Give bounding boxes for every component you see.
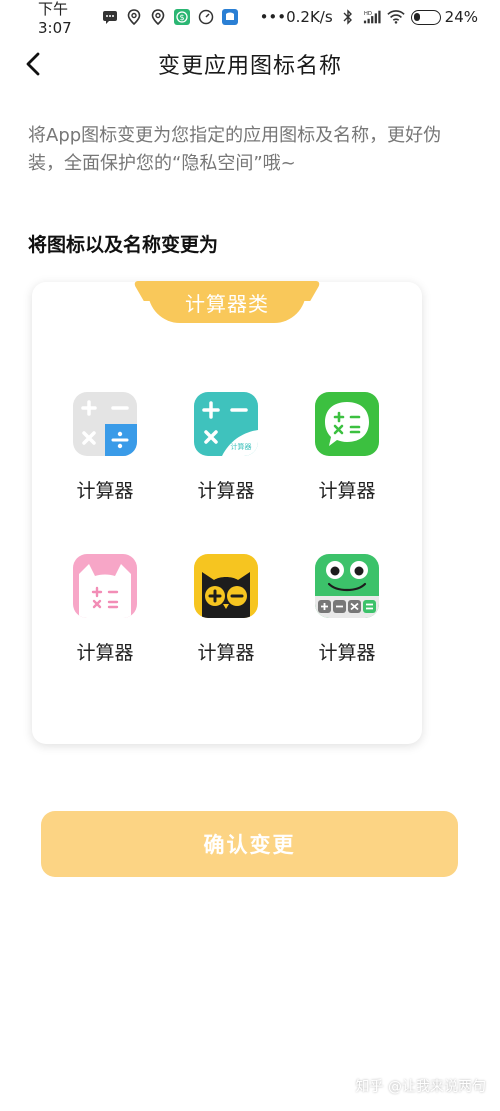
message-icon — [102, 8, 118, 26]
watermark: 知乎 @让我来说两句 — [355, 1079, 486, 1095]
category-tag-label: 计算器类 — [185, 291, 269, 316]
calculator-frog-icon — [315, 554, 379, 618]
battery-icon: 24% — [410, 8, 478, 26]
icon-option-label: 计算器 — [318, 642, 376, 664]
chevron-left-icon — [26, 52, 40, 76]
section-title: 将图标以及名称变更为 — [28, 234, 219, 256]
icon-option-4[interactable]: 计算器 — [55, 554, 155, 665]
page-title: 变更应用图标名称 — [157, 54, 342, 79]
back-button[interactable] — [14, 44, 54, 84]
description-text: 将App图标变更为您指定的应用图标及名称，更好伪装，全面保护您的“隐私空间”哦~ — [28, 125, 442, 174]
svg-text:$: $ — [179, 13, 184, 22]
dollar-app-icon: $ — [173, 8, 190, 26]
teal-icon-badge: 计算器 — [231, 442, 252, 451]
header: 变更应用图标名称 — [0, 36, 500, 92]
speedometer-icon — [198, 8, 214, 26]
calculator-teal-icon: 计算器 — [194, 392, 258, 456]
wifi-icon — [386, 8, 405, 26]
hd-signal-icon: HD — [363, 8, 381, 26]
icon-option-label: 计算器 — [76, 480, 134, 502]
app-shield-icon — [221, 8, 238, 26]
calculator-pink-cat-icon — [73, 554, 137, 618]
icon-option-1[interactable]: 计算器 — [55, 392, 155, 503]
location-pin-icon — [126, 8, 142, 26]
svg-text:HD: HD — [364, 11, 372, 17]
status-time: 下午3:07 — [38, 0, 72, 37]
icon-option-6[interactable]: 计算器 — [297, 554, 397, 665]
status-bar: 下午3:07 $ ••• 0.2K/s HD 24% — [0, 0, 500, 37]
icon-option-label: 计算器 — [197, 642, 255, 664]
network-speed: 0.2K/s — [286, 8, 333, 26]
icon-options-card: 计算器类 计算器 计算器 计算器 计算器 计算器 计算器 计算器 — [32, 281, 422, 744]
location-pin-icon — [150, 8, 166, 26]
icon-option-2[interactable]: 计算器 计算器 — [176, 392, 276, 503]
more-indicator: ••• — [259, 8, 287, 26]
icon-option-3[interactable]: 计算器 — [297, 392, 397, 503]
bluetooth-icon — [339, 8, 357, 26]
confirm-change-button[interactable]: 确认变更 — [41, 811, 458, 877]
icon-option-label: 计算器 — [197, 480, 255, 502]
calculator-owl-icon — [194, 554, 258, 618]
category-tag: 计算器类 — [148, 281, 306, 323]
icon-option-label: 计算器 — [318, 480, 376, 502]
battery-percent: 24% — [444, 8, 478, 26]
icon-option-label: 计算器 — [76, 642, 134, 664]
icon-option-5[interactable]: 计算器 — [176, 554, 276, 665]
calculator-grey-blue-icon — [73, 392, 137, 456]
calculator-green-bubble-icon — [315, 392, 379, 456]
